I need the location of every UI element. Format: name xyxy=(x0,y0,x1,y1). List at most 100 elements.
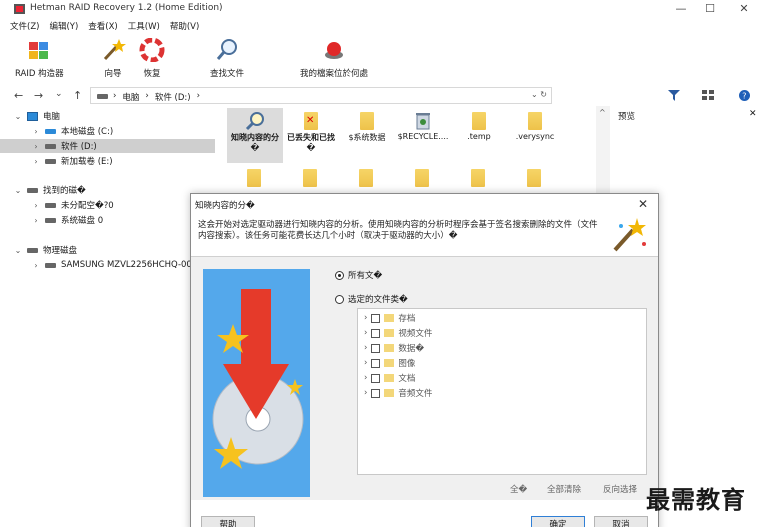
checkbox[interactable] xyxy=(371,328,381,338)
tree-item-samsung[interactable]: › SAMSUNG MZVL2256HCHQ-00E xyxy=(32,258,197,272)
menu-file[interactable]: 文件(Z) xyxy=(10,20,39,34)
select-all-link[interactable]: 全� xyxy=(510,483,527,495)
help-icon[interactable]: ? xyxy=(739,90,750,101)
menu-view[interactable]: 查看(X) xyxy=(88,20,117,34)
find-file-button[interactable]: 查找文件 xyxy=(210,38,244,79)
app-logo-icon xyxy=(14,4,25,14)
chevron-right-icon[interactable]: › xyxy=(32,142,40,151)
folder-icon[interactable] xyxy=(415,169,429,187)
folder-icon[interactable] xyxy=(527,169,541,187)
checkbox[interactable] xyxy=(371,313,381,323)
menu-help[interactable]: 帮助(V) xyxy=(170,20,199,34)
maximize-button[interactable]: ☐ xyxy=(700,1,720,17)
chevron-right-icon[interactable]: › xyxy=(364,358,367,368)
chevron-down-icon[interactable]: ⌄ xyxy=(14,112,22,121)
ok-button[interactable]: 确定 xyxy=(531,516,585,527)
my-recovery-button[interactable]: 我的檔案位於何處 xyxy=(300,38,368,79)
preview-close-button[interactable]: ✕ xyxy=(749,109,757,119)
history-dropdown[interactable]: ⌄ xyxy=(55,89,63,99)
file-item-lost-found[interactable]: ✕ 已丢失和已找� xyxy=(283,108,339,163)
file-item-content-analysis[interactable]: 知晓内容的分� xyxy=(227,108,283,163)
title-bar: Hetman RAID Recovery 1.2 (Home Edition) … xyxy=(0,0,767,18)
type-row-archives[interactable]: › 存档 xyxy=(364,311,415,325)
close-window-button[interactable]: ✕ xyxy=(734,1,754,17)
chevron-right-icon[interactable]: › xyxy=(364,328,367,338)
type-row-audio[interactable]: › 音频文件 xyxy=(364,386,432,400)
chevron-right-icon[interactable]: › xyxy=(364,388,367,398)
wizard-button[interactable]: 向导 xyxy=(100,38,126,79)
file-item-verysync[interactable]: .verysync xyxy=(507,108,563,141)
up-button[interactable]: ↑ xyxy=(73,89,82,102)
tree-item-computer[interactable]: ⌄ 电脑 xyxy=(14,109,60,123)
checkbox[interactable] xyxy=(371,388,381,398)
preview-title: 预览 xyxy=(618,112,636,122)
file-item-temp[interactable]: .temp xyxy=(451,108,507,141)
tree-item-found-disks[interactable]: ⌄ 找到的磁� xyxy=(14,183,86,197)
drive-tree: ⌄ 电脑 › 本地磁盘 (C:) › 软件 (D:) › 新加载卷 (E:) ⌄… xyxy=(0,106,220,527)
file-item-system-data[interactable]: $系统数据 xyxy=(339,108,395,143)
type-row-video[interactable]: › 视频文件 xyxy=(364,326,432,340)
file-item-recycle[interactable]: $RECYCLE.... xyxy=(395,108,451,141)
tree-item-system-disk[interactable]: › 系统磁盘 0 xyxy=(32,213,103,227)
tree-item-drive-e[interactable]: › 新加载卷 (E:) xyxy=(32,154,112,168)
scroll-up-icon[interactable]: ^ xyxy=(599,108,606,117)
type-label: 数据� xyxy=(398,344,425,354)
recover-button[interactable]: 恢复 xyxy=(139,37,165,79)
folder-icon xyxy=(384,329,395,337)
help-button[interactable]: 帮助 xyxy=(201,516,255,527)
tree-item-physical-disks[interactable]: ⌄ 物理磁盘 xyxy=(14,243,77,257)
chevron-down-icon[interactable]: ⌄ xyxy=(14,246,22,255)
type-row-data[interactable]: › 数据� xyxy=(364,341,424,355)
crumb-computer[interactable]: 电脑 xyxy=(122,91,139,103)
chevron-right-icon[interactable]: › xyxy=(32,157,40,166)
checkbox[interactable] xyxy=(371,343,381,353)
folder-icon xyxy=(472,112,486,130)
folder-icon[interactable] xyxy=(247,169,261,187)
crumb-sep: › xyxy=(113,91,117,101)
drive-icon xyxy=(97,94,108,99)
tree-item-drive-c[interactable]: › 本地磁盘 (C:) xyxy=(32,124,113,138)
invert-selection-link[interactable]: 反向选择 xyxy=(603,483,637,495)
type-row-documents[interactable]: › 文档 xyxy=(364,371,415,385)
folder-icon[interactable] xyxy=(303,169,317,187)
checkbox[interactable] xyxy=(371,358,381,368)
minimize-button[interactable]: — xyxy=(671,1,691,17)
filter-icon[interactable] xyxy=(668,90,680,101)
tree-item-unallocated[interactable]: › 未分配空�?0 xyxy=(32,198,113,212)
lifebuoy-icon xyxy=(139,37,165,63)
chevron-down-icon[interactable]: ⌄ xyxy=(14,186,22,195)
drive-icon xyxy=(45,158,56,164)
chevron-right-icon[interactable]: › xyxy=(364,313,367,323)
menu-tools[interactable]: 工具(W) xyxy=(128,20,160,34)
radio-indicator xyxy=(335,270,344,280)
folder-icon xyxy=(528,112,542,130)
tree-item-label: 系统磁盘 0 xyxy=(61,216,104,226)
file-type-list: › 存档 › 视频文件 › 数据� › 图像 › 文档 › 音频文件 xyxy=(357,308,647,475)
chevron-right-icon[interactable]: › xyxy=(32,216,40,225)
dialog-close-button[interactable]: ✕ xyxy=(638,197,648,211)
view-mode-icon[interactable] xyxy=(702,90,714,101)
menu-edit[interactable]: 编辑(Y) xyxy=(49,20,78,34)
raid-builder-button[interactable]: RAID 构造器 xyxy=(15,38,64,79)
chevron-right-icon[interactable]: › xyxy=(364,373,367,383)
app-window: Hetman RAID Recovery 1.2 (Home Edition) … xyxy=(0,0,767,527)
chevron-right-icon[interactable]: › xyxy=(364,343,367,353)
cancel-button[interactable]: 取消 xyxy=(594,516,648,527)
forward-button[interactable]: → xyxy=(34,89,43,102)
chevron-right-icon[interactable]: › xyxy=(32,201,40,210)
folder-icon[interactable] xyxy=(359,169,373,187)
address-dropdown-refresh[interactable]: ⌄ ↻ xyxy=(531,90,547,99)
back-button[interactable]: ← xyxy=(14,89,23,102)
tree-item-drive-d[interactable]: › 软件 (D:) xyxy=(0,139,215,153)
magic-wand-icon xyxy=(613,218,646,252)
chevron-right-icon[interactable]: › xyxy=(32,127,40,136)
folder-icon[interactable] xyxy=(471,169,485,187)
clear-all-link[interactable]: 全部清除 xyxy=(547,483,581,495)
checkbox[interactable] xyxy=(371,373,381,383)
radio-selected-types[interactable]: 选定的文件类� xyxy=(335,293,408,305)
address-bar[interactable]: › 电脑 › 软件 (D:) › ⌄ ↻ xyxy=(90,87,552,104)
chevron-right-icon[interactable]: › xyxy=(32,261,40,270)
radio-all-files[interactable]: 所有文� xyxy=(335,269,382,281)
crumb-drive-d[interactable]: 软件 (D:) xyxy=(155,91,191,103)
type-row-images[interactable]: › 图像 xyxy=(364,356,415,370)
